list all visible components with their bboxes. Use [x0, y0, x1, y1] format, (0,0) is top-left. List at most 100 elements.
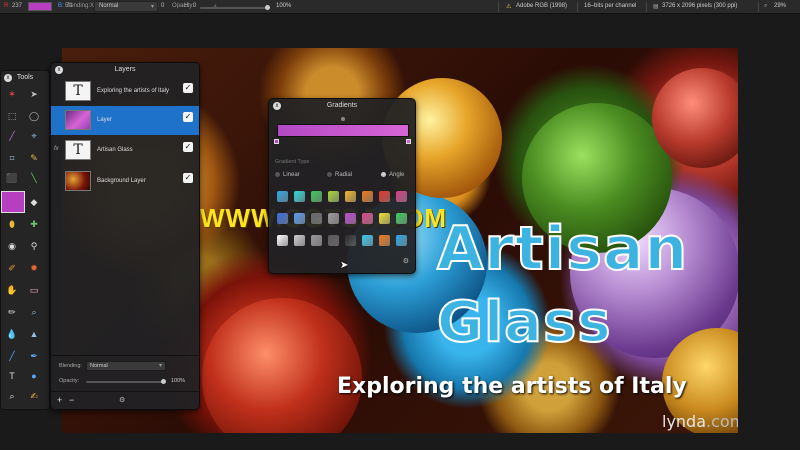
blending-label: Blending:	[65, 3, 91, 9]
gradient-swatch[interactable]	[328, 213, 339, 224]
layer-settings-gear-icon[interactable]: ⚙	[119, 396, 125, 404]
gradient-swatch[interactable]	[311, 235, 322, 246]
gradient-swatch[interactable]	[396, 213, 407, 224]
gradient-swatch[interactable]	[379, 213, 390, 224]
polygon-lasso-tool-icon[interactable]: ⌖	[27, 129, 41, 143]
fx-icon[interactable]: fx	[54, 146, 59, 152]
layer-row-selected[interactable]: Layer ✓	[51, 106, 199, 135]
opacity-slider[interactable]	[200, 7, 266, 9]
gradient-swatch[interactable]	[362, 235, 373, 246]
ornament-red	[202, 298, 362, 433]
gradient-swatch[interactable]	[379, 191, 390, 202]
hand-tool-icon[interactable]: ✍	[27, 389, 41, 403]
gradient-swatch[interactable]	[294, 213, 305, 224]
gradient-swatch[interactable]	[328, 191, 339, 202]
gradient-swatch[interactable]	[345, 213, 356, 224]
layer-row[interactable]: Background Layer ✓	[51, 167, 199, 196]
layers-panel-title: Layers	[114, 66, 136, 73]
layer-row[interactable]: T Exploring the artists of Italy ✓	[51, 77, 199, 106]
gradient-tool-icon[interactable]: ╲	[27, 171, 41, 185]
gradient-settings-gear-icon[interactable]: ⚙	[403, 257, 409, 265]
gradient-swatch[interactable]	[277, 213, 288, 224]
foreground-color-swatch[interactable]	[28, 2, 52, 11]
zoom-tool-icon[interactable]: ⌕	[5, 389, 19, 403]
eyedropper-tool-icon[interactable]: ✎	[27, 151, 41, 165]
gradient-swatch[interactable]	[328, 235, 339, 246]
gradient-swatch[interactable]	[294, 235, 305, 246]
gradient-swatch[interactable]	[345, 191, 356, 202]
radio-linear[interactable]: Linear	[275, 172, 300, 178]
blending-dropdown[interactable]: Normal ▾	[94, 1, 158, 12]
text-tool-icon[interactable]: T	[5, 369, 19, 383]
pencil-tool-icon[interactable]: ✏	[5, 305, 19, 319]
midpoint-handle[interactable]	[341, 117, 345, 121]
layer-opacity-knob[interactable]	[161, 379, 166, 384]
gradient-swatch[interactable]	[311, 191, 322, 202]
gradient-type-label: Gradient Type	[275, 159, 310, 165]
divider	[758, 2, 759, 12]
gradient-preview-bar[interactable]	[277, 124, 409, 137]
gradient-swatch[interactable]	[345, 235, 356, 246]
layer-opacity-value[interactable]: 100%	[171, 378, 185, 384]
gradient-swatch[interactable]	[277, 235, 288, 246]
zoom-level[interactable]: 29%	[774, 3, 786, 9]
gradient-swatch[interactable]	[311, 213, 322, 224]
gradient-swatch[interactable]	[294, 191, 305, 202]
layer-opacity-slider[interactable]	[86, 381, 164, 383]
artisan-title: Artisan	[436, 213, 689, 285]
gradient-swatch[interactable]	[379, 235, 390, 246]
tools-panel: x Tools ✶ ➤ ⬚ ◯ ╱ ⌖ ⌗ ✎ ⬛ ╲ ◆ ⬮ ✚ ◉ ⚲ ✐ …	[0, 70, 50, 410]
gradient-stop-left[interactable]	[274, 139, 279, 144]
sharpen-tool-icon[interactable]: ▲	[27, 327, 41, 341]
gradient-swatch[interactable]	[396, 235, 407, 246]
brush-tool-icon[interactable]: ✐	[5, 261, 19, 275]
radio-radial[interactable]: Radial	[327, 172, 352, 178]
layer-blending-dropdown[interactable]: Normal	[86, 361, 166, 371]
visibility-checkbox[interactable]: ✓	[183, 173, 193, 183]
radio-selected-icon	[381, 172, 386, 177]
visibility-checkbox[interactable]: ✓	[183, 83, 193, 93]
lynda-logo: lynda.com	[662, 412, 738, 431]
blur-tool-icon[interactable]: ⌕	[27, 305, 41, 319]
paint-bucket-tool-icon[interactable]: ⬛	[5, 171, 19, 185]
heal-tool-icon[interactable]: ✚	[27, 217, 41, 231]
image-layer-thumbnail	[65, 171, 91, 191]
move-tool-icon[interactable]: ➤	[27, 87, 41, 101]
layer-row[interactable]: fx T Artisan Glass ✓	[51, 136, 199, 165]
redeye-tool-icon[interactable]: ◉	[5, 239, 19, 253]
clone-tool-icon[interactable]: ⚲	[27, 239, 41, 253]
vector-pen-tool-icon[interactable]: ✒	[27, 349, 41, 363]
gradient-stop-right[interactable]	[406, 139, 411, 144]
ellipse-shape-tool-icon[interactable]: ●	[27, 369, 41, 383]
opacity-value[interactable]: 100%	[276, 3, 291, 9]
pen-tool-icon[interactable]: ╱	[5, 349, 19, 363]
bit-depth[interactable]: 16–bits per channel	[584, 3, 636, 9]
w-value: 0	[161, 3, 165, 9]
gradient-swatch[interactable]	[277, 191, 288, 202]
layer-blending-label: Blending:	[59, 363, 82, 369]
ellipse-select-tool-icon[interactable]: ◯	[27, 109, 41, 123]
current-color-swatch[interactable]	[1, 191, 25, 213]
gradient-swatch[interactable]	[362, 191, 373, 202]
radio-angle[interactable]: Angle	[381, 172, 404, 178]
magic-wand-tool-icon[interactable]: ✶	[5, 87, 19, 101]
crop-tool-icon[interactable]: ⌗	[5, 151, 19, 165]
smudge-tool-icon[interactable]: ✋	[5, 283, 19, 297]
gradient-swatch[interactable]	[396, 191, 407, 202]
sponge-tool-icon[interactable]: ⬮	[5, 217, 19, 231]
opacity-slider-knob[interactable]	[265, 5, 270, 10]
image-dimensions[interactable]: 3726 x 2096 pixels (300 ppi)	[662, 3, 737, 9]
burn-tool-icon[interactable]: ✹	[27, 261, 41, 275]
visibility-checkbox[interactable]: ✓	[183, 112, 193, 122]
rect-select-tool-icon[interactable]: ⬚	[5, 109, 19, 123]
shape-tool-icon[interactable]: ◆	[27, 195, 41, 209]
gradient-swatch[interactable]	[362, 213, 373, 224]
lasso-tool-icon[interactable]: ╱	[5, 129, 19, 143]
remove-layer-button[interactable]: −	[69, 395, 74, 405]
color-profile[interactable]: Adobe RGB (1998)	[516, 3, 567, 9]
eraser-tool-icon[interactable]: ▭	[27, 283, 41, 297]
visibility-checkbox[interactable]: ✓	[183, 142, 193, 152]
radio-angle-label: Angle	[389, 172, 405, 179]
drop-tool-icon[interactable]: 💧	[5, 327, 19, 341]
add-layer-button[interactable]: +	[57, 395, 62, 405]
